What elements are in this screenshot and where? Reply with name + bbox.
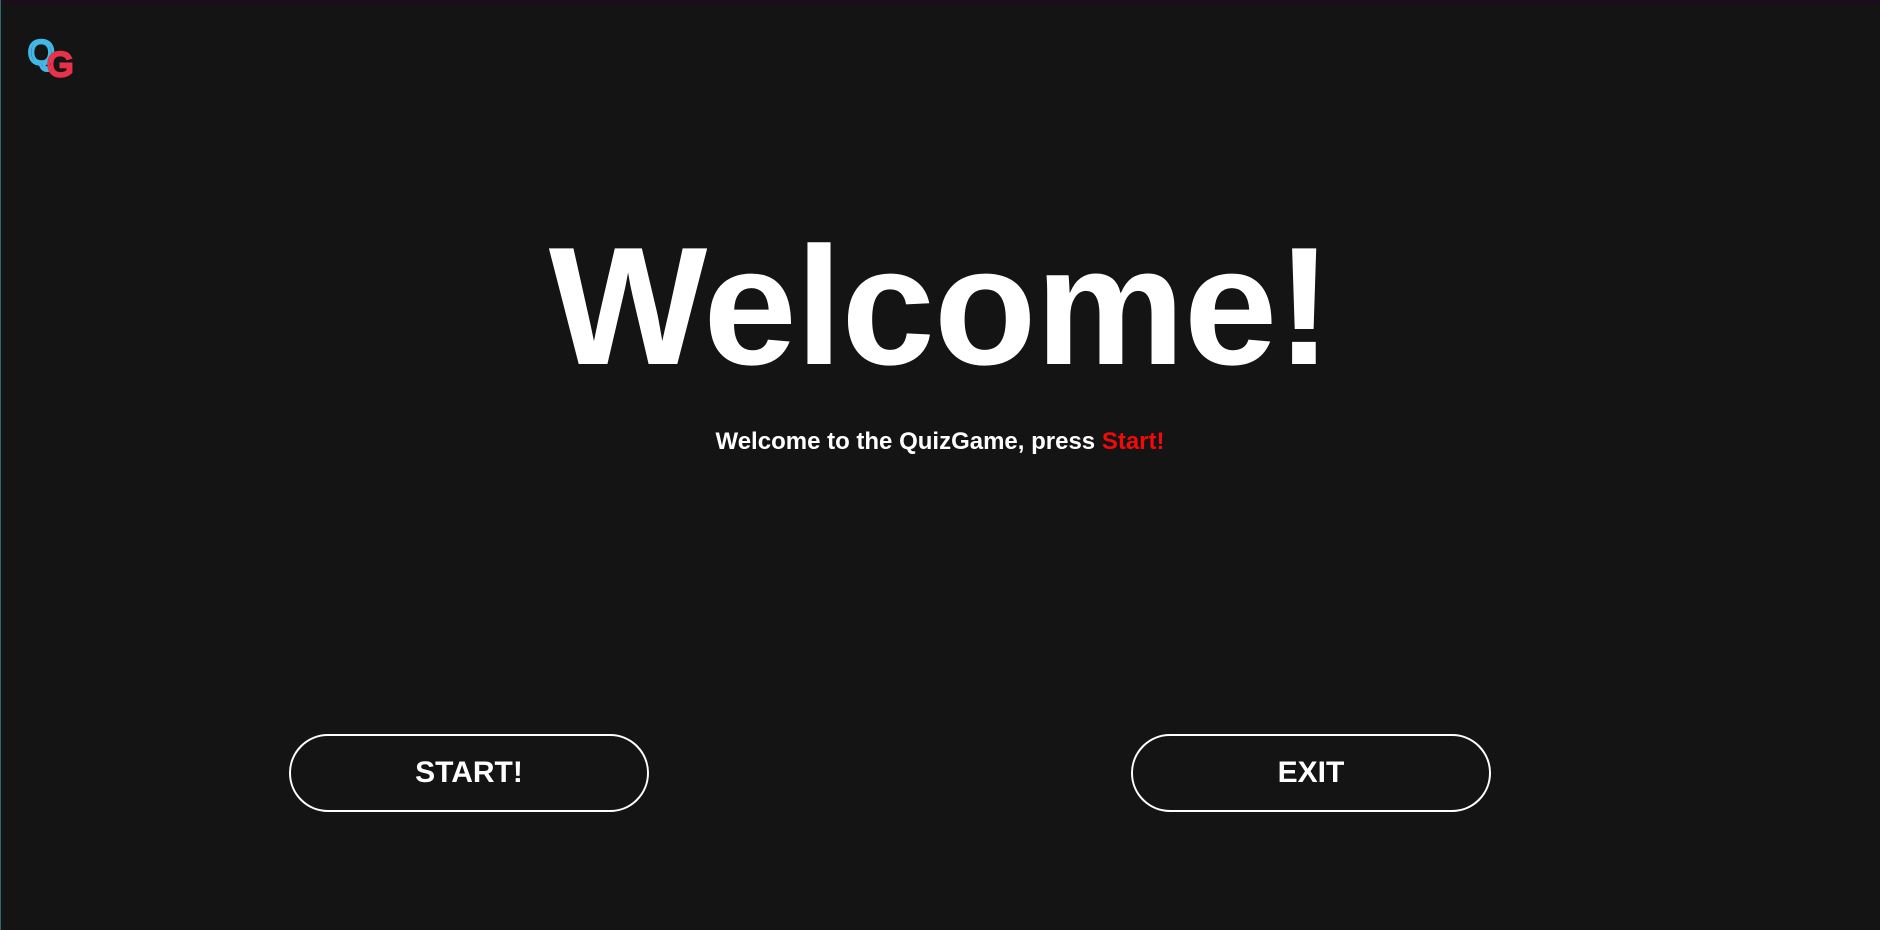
welcome-title: Welcome!	[548, 212, 1332, 400]
top-border	[0, 0, 1880, 6]
left-border	[0, 0, 1, 930]
welcome-subtitle: Welcome to the QuizGame, press Start!	[0, 427, 1880, 457]
quizgame-logo: Q G	[26, 35, 84, 86]
subtitle-text: Welcome to the QuizGame, press	[715, 428, 1102, 455]
subtitle-start-highlight: Start!	[1101, 428, 1165, 455]
exit-button[interactable]: EXIT	[1131, 734, 1491, 812]
logo-letter-g: G	[45, 46, 75, 84]
start-button[interactable]: START!	[289, 734, 649, 812]
